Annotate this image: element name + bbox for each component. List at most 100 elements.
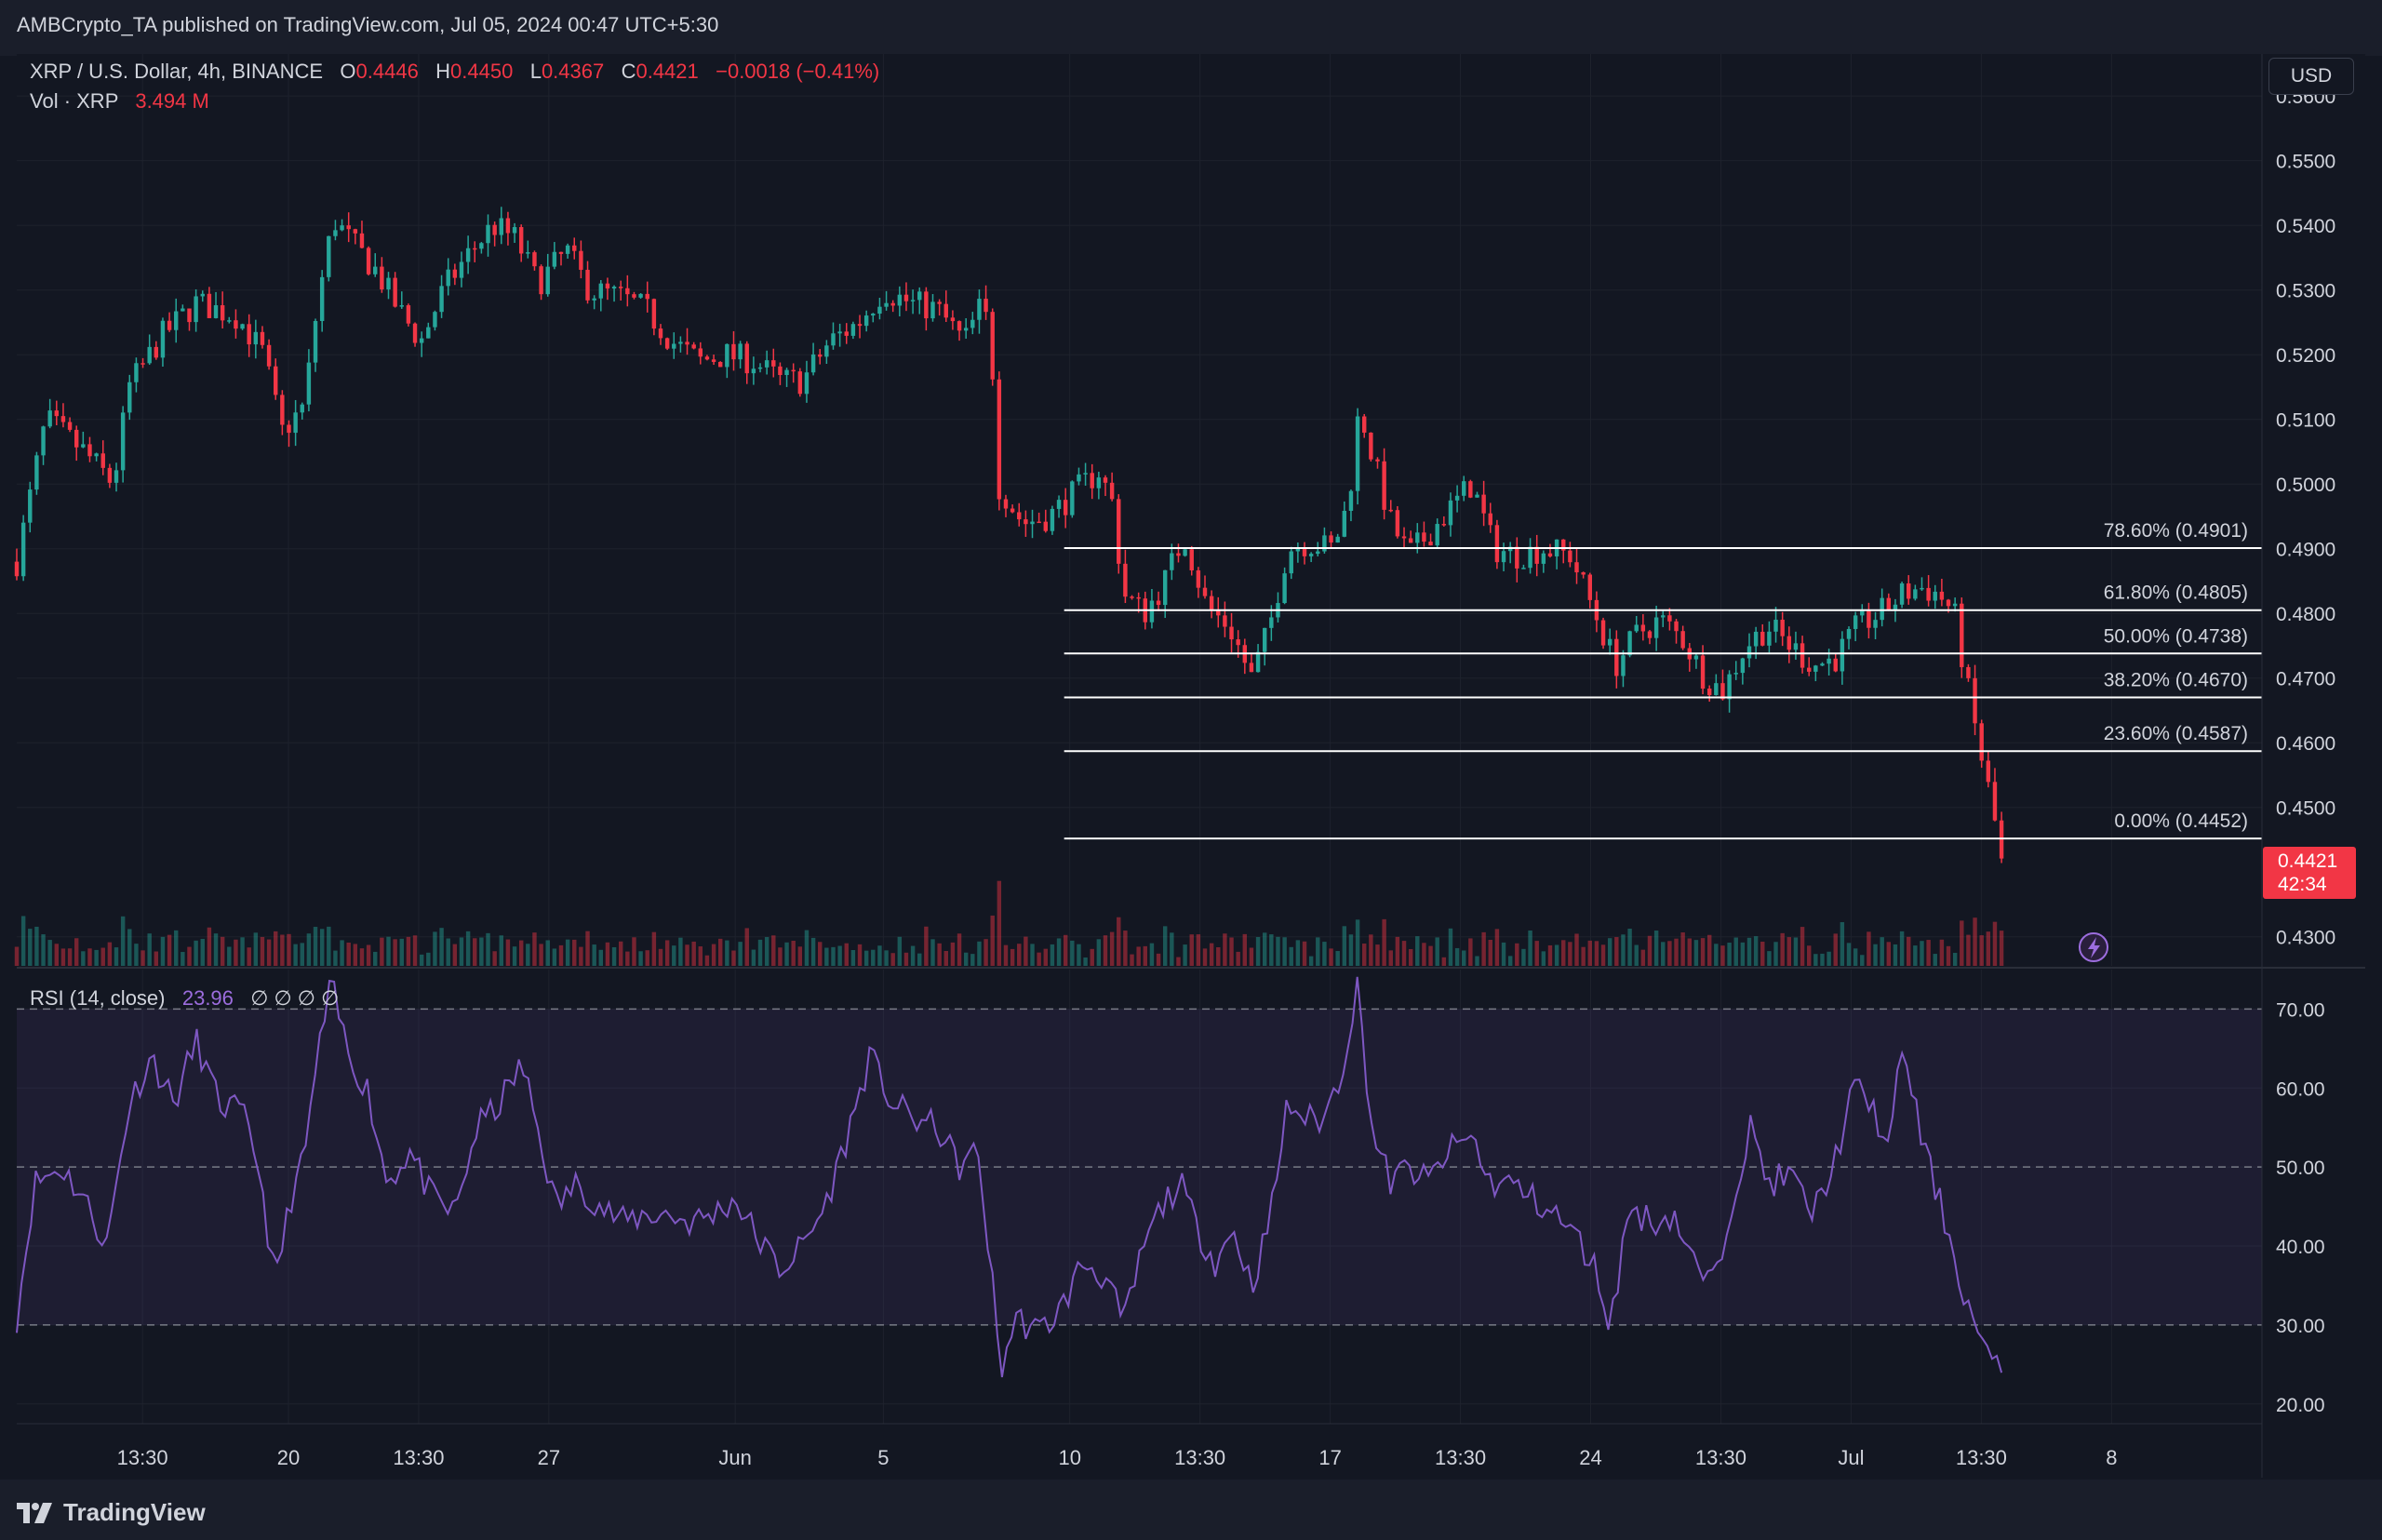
candle-body [94,453,99,457]
tradingview-logo[interactable]: TradingView [17,1498,206,1527]
currency-button[interactable]: USD [2268,58,2354,95]
candle-body [831,333,836,346]
price-tick-label: 0.5500 [2276,152,2335,173]
candle-body [1156,600,1161,606]
candle-body [1395,510,1400,537]
volume-bar [1494,929,1500,966]
volume-bar [1422,943,1426,966]
volume-bar [605,942,610,966]
candle-body [738,343,743,360]
candle-body [1037,521,1041,524]
candle-body [963,328,969,331]
candle-body [492,224,497,235]
volume-bar [1362,944,1367,966]
candle-body [1369,432,1373,460]
candle-body [280,395,285,425]
volume-bar [1727,943,1732,966]
volume-bar [565,939,570,966]
volume-bar [645,950,649,966]
volume-bar [1640,949,1646,966]
volume-bar [373,951,378,966]
volume-bar [366,944,371,966]
candle-body [174,311,179,330]
volume-bar [625,951,630,966]
candle-body [1183,549,1187,556]
rsi-label[interactable]: RSI (14, close) [30,986,166,1010]
candle-body [592,298,596,301]
volume-bar [1428,945,1433,966]
candle-body [757,367,763,369]
volume-bar [1700,938,1706,966]
candle-body [725,343,729,368]
volume-bar [711,944,716,966]
time-tick-label: Jun [718,1446,751,1469]
volume-bar [1680,932,1685,966]
volume-bar [917,953,922,966]
price-axis[interactable] [2262,54,2365,1478]
volume-bar [1979,935,1984,966]
symbol-title[interactable]: XRP / U.S. Dollar, 4h, BINANCE [30,60,323,83]
volume-bar [1488,940,1492,966]
volume-bar [718,938,723,966]
candle-body [930,301,935,319]
volume-bar [1833,933,1838,966]
volume-bar [1946,945,1951,966]
candle-body [1960,603,1964,667]
volume-bar [1255,936,1261,966]
volume-bar [74,938,79,966]
time-tick-label: 24 [1579,1446,1601,1469]
volume-bar [990,915,995,966]
candle-body [333,230,338,236]
volume-bar [327,926,331,966]
volume-bar [1030,944,1035,966]
candle-body [1223,615,1227,627]
candle-body [293,412,298,434]
volume-legend: Vol · XRP 3.494 M [30,89,209,114]
chart-svg[interactable]: 78.60% (0.4901)61.80% (0.4805)50.00% (0.… [0,0,2382,1540]
candle-body [970,319,975,328]
candle-body [1634,624,1639,632]
candle-body [1574,562,1579,573]
candle-body [160,320,166,358]
volume-bar [154,951,159,966]
volume-bar [439,928,444,966]
volume-bar [638,951,643,966]
volume-bar [426,952,431,966]
volume-bar [1308,956,1314,966]
volume-bar [1561,940,1566,966]
candle-body [167,320,172,330]
candle-body [704,356,710,360]
candle-body [1534,546,1539,564]
volume-bar [147,933,152,966]
candle-body [1706,688,1712,696]
volume-bar [479,937,484,966]
price-pane[interactable] [17,54,2262,966]
candle-body [625,288,630,295]
candle-body [618,287,623,288]
candle-body [1415,532,1420,543]
candle-body [300,404,304,413]
lightning-icon[interactable] [2079,932,2108,962]
candle-body [127,382,132,413]
candle-body [1070,481,1075,516]
volume-bar [340,940,344,966]
volume-bar [1581,946,1586,966]
candle-body [319,276,325,321]
candle-body [1714,683,1719,696]
candle-body [1806,667,1812,672]
rsi-tick-label: 20.00 [2276,1395,2325,1416]
candle-body [287,424,291,434]
volume-bar [1767,951,1772,966]
candle-body [1528,546,1532,569]
time-tick-label: 8 [2106,1446,2117,1469]
volume-label[interactable]: Vol · XRP [30,89,118,113]
volume-bar [127,929,132,966]
candle-body [664,338,670,349]
volume-bar [306,933,312,966]
candle-body [1661,615,1666,618]
candle-body [1448,500,1453,526]
time-axis[interactable] [17,1424,2262,1478]
volume-bar [1507,956,1513,966]
candle-body [731,343,736,360]
volume-bar [107,942,113,966]
